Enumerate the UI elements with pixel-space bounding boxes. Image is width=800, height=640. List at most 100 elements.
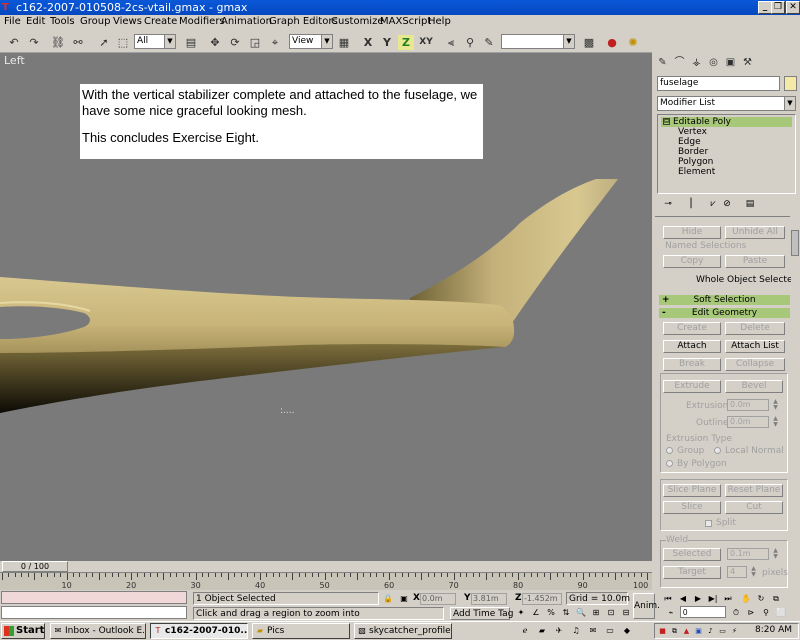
utilities-tab-icon[interactable]: ⚒ [740,55,755,71]
target-weld-button[interactable]: Target [663,566,721,579]
play-icon[interactable]: ▶ [692,593,704,604]
modify-tab-icon[interactable]: ⌒ [672,55,687,71]
named-selection-dropdown[interactable]: ▼ [501,34,575,49]
next-frame-icon[interactable]: ▶| [707,593,719,604]
task-pics[interactable]: ▰ Pics [252,623,350,639]
tray-alert-icon[interactable]: ▲ [682,627,691,636]
time-slider[interactable]: 0 / 100 [2,561,68,572]
menu-create[interactable]: Create [144,16,177,27]
quicklaunch-ie-icon[interactable]: ℯ [519,625,531,636]
unhide-all-button[interactable]: Unhide All [725,226,785,239]
spinner-arrows-icon[interactable]: ▲ ▼ [771,399,780,411]
target-weld-spinner[interactable]: 4 ▲ ▼ [727,566,756,578]
quicklaunch-media-icon[interactable]: ♫ [570,625,582,636]
zoom-all-icon[interactable]: ⊞ [590,607,602,618]
key-mode-icon[interactable]: ⌁ [665,607,677,618]
motion-tab-icon[interactable]: ◎ [706,55,721,71]
stack-vertex[interactable]: Vertex [678,127,707,137]
menu-animation[interactable]: Animation [221,16,272,27]
tray-display-icon[interactable]: ▭ [718,627,727,636]
align-icon[interactable]: ⚲ [462,35,478,50]
task-skycatcher[interactable]: ▧ skycatcher_profile... [354,623,452,639]
axis-z-button[interactable]: Z [398,35,414,50]
stack-border[interactable]: Border [678,147,708,157]
menu-group[interactable]: Group [80,16,110,27]
undo-icon[interactable]: ↶ [6,35,22,50]
quick-render-icon[interactable]: ✺ [625,35,641,50]
zoom-extents-icon[interactable]: ⊡ [605,607,617,618]
angle-snap-icon[interactable]: ∠ [530,607,542,618]
copy-button[interactable]: Copy [663,255,721,268]
render-icon[interactable]: ● [604,35,620,50]
break-button[interactable]: Break [663,358,721,371]
soft-selection-rollout[interactable]: + Soft Selection [659,295,790,305]
y-coord-field[interactable]: 3.81m [471,593,507,605]
selection-filter-dropdown[interactable]: All ▼ [134,34,176,49]
absolute-mode-icon[interactable]: ▣ [398,593,410,604]
quicklaunch-mail-icon[interactable]: ✉ [587,625,599,636]
tray-network-icon[interactable]: ⧉ [670,627,679,636]
command-panel-scrollbar[interactable] [791,230,799,592]
transform-center-icon[interactable]: ▦ [336,35,352,50]
quicklaunch-app-icon[interactable]: ◆ [621,625,633,636]
extrusion-spinner[interactable]: 0.0m ▲ ▼ [727,399,778,411]
make-unique-icon[interactable]: ⩗ [706,199,720,209]
tray-power-icon[interactable]: ⚡ [730,627,739,636]
walk-through-icon[interactable]: ⚲ [760,607,772,618]
restore-button[interactable]: ❐ [771,1,785,14]
rotate-icon[interactable]: ⟳ [227,35,243,50]
previous-frame-icon[interactable]: ◀ [677,593,689,604]
object-name-field[interactable]: fuselage [657,76,780,91]
stack-polygon[interactable]: Polygon [678,157,713,167]
task-outlook[interactable]: ✉ Inbox - Outlook E... [50,623,146,639]
mirror-icon[interactable]: ⫷ [443,35,459,50]
menu-tools[interactable]: Tools [50,16,75,27]
select-by-name-icon[interactable]: ▤ [183,35,199,50]
pivot-icon[interactable]: ⌖ [267,35,283,50]
percent-snap-icon[interactable]: % [545,607,557,618]
menu-file[interactable]: File [4,16,21,27]
min-max-toggle-icon[interactable]: ⧉ [770,593,782,604]
go-to-end-icon[interactable]: ⏭ [722,593,734,604]
cut-button[interactable]: Cut [725,501,783,514]
pin-stack-icon[interactable]: ⊸ [661,199,675,209]
weld-threshold-spinner[interactable]: 0.1m ▲ ▼ [727,548,778,560]
field-of-view-icon[interactable]: ⊳ [745,607,757,618]
configure-sets-icon[interactable]: ▤ [743,199,757,209]
go-to-start-icon[interactable]: ⏮ [662,593,674,604]
move-icon[interactable]: ✥ [207,35,223,50]
reference-coord-dropdown[interactable]: View ▼ [289,34,333,49]
quicklaunch-folder-icon[interactable]: ▰ [536,625,548,636]
collapse-toggle-icon[interactable]: ⊟ [663,118,670,125]
menu-maxscript[interactable]: MAXScript [380,16,431,27]
select-link-icon[interactable]: ⛓ [50,35,66,50]
menu-graph-editors[interactable]: Graph Editors [269,16,338,27]
paste-button[interactable]: Paste [725,255,785,268]
z-coord-field[interactable]: -1.452m [522,593,562,605]
scrollbar-thumb[interactable] [791,230,799,256]
collapse-button[interactable]: Collapse [725,358,785,371]
edit-geometry-rollout[interactable]: - Edit Geometry [659,308,790,318]
select-object-icon[interactable]: ➚ [96,35,112,50]
spinner-arrows-icon[interactable]: ▲ ▼ [749,566,758,578]
arc-rotate-icon[interactable]: ↻ [755,593,767,604]
spinner-arrows-icon[interactable]: ▲ ▼ [771,548,780,560]
current-frame-field[interactable] [680,606,726,618]
zoom-icon[interactable]: 🔍 [575,607,587,618]
local-normal-radio[interactable] [714,447,721,454]
spinner-snap-icon[interactable]: ⇅ [560,607,572,618]
attach-button[interactable]: Attach [663,340,721,353]
task-gmax[interactable]: T c162-2007-010... [150,623,248,639]
stack-edge[interactable]: Edge [678,137,701,147]
hierarchy-tab-icon[interactable]: ⚶ [689,55,704,71]
object-color-swatch[interactable] [784,76,797,91]
remove-modifier-icon[interactable]: ⊘ [720,199,734,209]
slice-button[interactable]: Slice [663,501,721,514]
menu-modifiers[interactable]: Modifiers [179,16,225,27]
snap-toggle-icon[interactable]: ✦ [515,607,527,618]
quicklaunch-desktop-icon[interactable]: ▭ [604,625,616,636]
unlink-icon[interactable]: ⚯ [70,35,86,50]
axis-xy-button[interactable]: XY [418,35,434,50]
by-polygon-radio[interactable] [666,460,673,467]
animate-button[interactable]: Anim. [633,593,660,619]
